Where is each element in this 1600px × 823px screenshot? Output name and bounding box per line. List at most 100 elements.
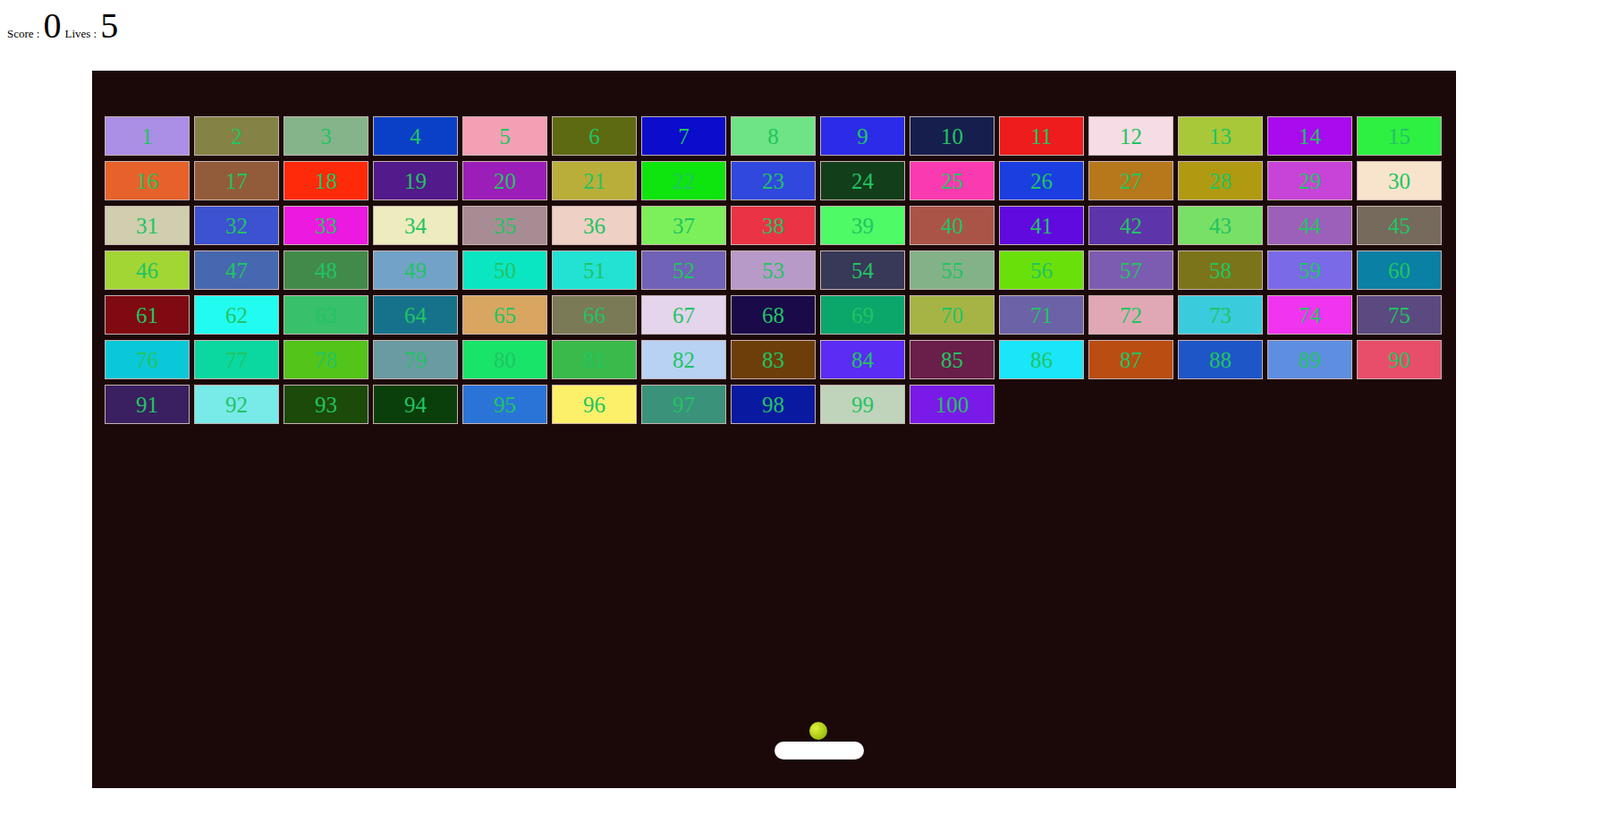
brick: 23 [730, 160, 816, 201]
score-label: Score : [7, 25, 40, 43]
brick: 94 [372, 384, 458, 424]
ball [809, 721, 828, 740]
brick: 82 [641, 339, 727, 380]
brick: 18 [283, 160, 369, 201]
brick: 88 [1177, 339, 1263, 380]
brick: 22 [641, 160, 727, 201]
brick-grid: 1234567891011121314151617181920212223242… [92, 70, 1457, 424]
brick: 4 [372, 116, 458, 156]
brick: 49 [372, 250, 458, 290]
brick: 91 [104, 384, 190, 424]
brick: 62 [194, 295, 280, 335]
brick: 14 [1267, 116, 1353, 156]
brick: 100 [909, 384, 995, 424]
brick: 79 [372, 339, 458, 380]
brick: 72 [1088, 295, 1174, 335]
brick: 53 [730, 250, 816, 290]
brick: 38 [730, 205, 816, 246]
lives-value: 5 [100, 5, 119, 47]
brick: 95 [462, 384, 548, 424]
brick: 47 [194, 250, 280, 290]
brick: 63 [283, 295, 369, 335]
brick: 3 [283, 116, 369, 156]
brick: 87 [1088, 339, 1174, 380]
brick: 90 [1356, 339, 1442, 380]
brick: 44 [1267, 205, 1353, 246]
brick: 84 [820, 339, 906, 380]
brick: 45 [1356, 205, 1442, 246]
paddle[interactable] [774, 741, 864, 760]
brick: 17 [194, 160, 280, 201]
brick: 32 [194, 205, 280, 246]
brick: 96 [551, 384, 637, 424]
brick: 98 [730, 384, 816, 424]
game-canvas[interactable]: 1234567891011121314151617181920212223242… [92, 70, 1457, 788]
lives-label: Lives : [64, 25, 97, 43]
brick: 42 [1088, 205, 1174, 246]
brick: 69 [820, 295, 906, 335]
brick: 68 [730, 295, 816, 335]
brick: 10 [909, 116, 995, 156]
brick: 80 [462, 339, 548, 380]
brick: 85 [909, 339, 995, 380]
brick: 39 [820, 205, 906, 246]
brick: 65 [462, 295, 548, 335]
brick: 61 [104, 295, 190, 335]
brick: 81 [551, 339, 637, 380]
brick: 21 [551, 160, 637, 201]
brick: 46 [104, 250, 190, 290]
brick: 41 [998, 205, 1084, 246]
brick: 30 [1356, 160, 1442, 201]
brick: 33 [283, 205, 369, 246]
brick: 54 [820, 250, 906, 290]
brick: 57 [1088, 250, 1174, 290]
brick: 51 [551, 250, 637, 290]
brick: 29 [1267, 160, 1353, 201]
brick: 48 [283, 250, 369, 290]
brick: 9 [820, 116, 906, 156]
brick: 5 [462, 116, 548, 156]
brick: 12 [1088, 116, 1174, 156]
brick: 75 [1356, 295, 1442, 335]
brick: 35 [462, 205, 548, 246]
score-value: 0 [42, 5, 61, 47]
brick: 7 [641, 116, 727, 156]
brick: 31 [104, 205, 190, 246]
brick: 67 [641, 295, 727, 335]
game-page: Score :0Lives :5123456789101112131415161… [0, 0, 1600, 823]
brick: 59 [1267, 250, 1353, 290]
brick: 2 [194, 116, 280, 156]
brick: 55 [909, 250, 995, 290]
brick: 93 [283, 384, 369, 424]
brick: 26 [998, 160, 1084, 201]
brick: 64 [372, 295, 458, 335]
brick: 78 [283, 339, 369, 380]
brick: 58 [1177, 250, 1263, 290]
brick: 13 [1177, 116, 1263, 156]
brick: 56 [998, 250, 1084, 290]
brick: 27 [1088, 160, 1174, 201]
brick: 76 [104, 339, 190, 380]
brick: 74 [1267, 295, 1353, 335]
brick: 83 [730, 339, 816, 380]
brick: 43 [1177, 205, 1263, 246]
brick: 73 [1177, 295, 1263, 335]
brick: 92 [194, 384, 280, 424]
brick: 97 [641, 384, 727, 424]
brick: 16 [104, 160, 190, 201]
brick: 1 [104, 116, 190, 156]
brick: 71 [998, 295, 1084, 335]
brick: 8 [730, 116, 816, 156]
brick: 37 [641, 205, 727, 246]
brick: 60 [1356, 250, 1442, 290]
brick: 86 [998, 339, 1084, 380]
brick: 36 [551, 205, 637, 246]
brick: 11 [998, 116, 1084, 156]
brick: 70 [909, 295, 995, 335]
brick: 40 [909, 205, 995, 246]
brick: 66 [551, 295, 637, 335]
brick: 52 [641, 250, 727, 290]
brick: 15 [1356, 116, 1442, 156]
brick: 34 [372, 205, 458, 246]
brick: 28 [1177, 160, 1263, 201]
